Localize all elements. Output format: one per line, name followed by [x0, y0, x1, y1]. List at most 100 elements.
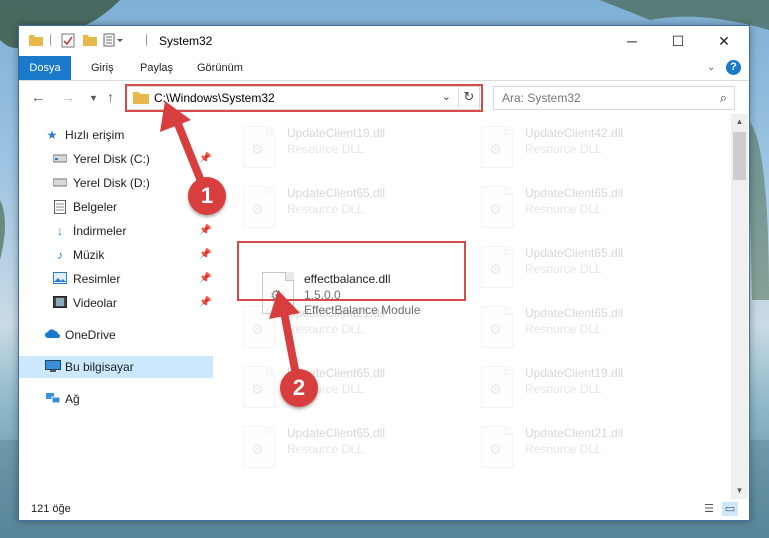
nav-label: Bu bilgisayar [65, 360, 134, 374]
file-type: Resource DLL [525, 382, 602, 396]
search-box[interactable]: Ara: System32 ⌕ [493, 86, 735, 110]
separator: | [145, 32, 149, 46]
dll-file-icon: ⚙ [481, 186, 513, 228]
dll-file-icon: ⚙ [481, 246, 513, 288]
dll-file-icon: ⚙ [243, 186, 275, 228]
help-icon[interactable]: ? [726, 60, 741, 75]
file-tile[interactable]: ⚙ UpdateClient65.dll Resource DLL [239, 180, 469, 238]
callout-badge-2: 2 [280, 369, 318, 407]
file-tile[interactable]: ⚙ UpdateClient65.dll Resource DLL [477, 180, 707, 238]
file-name: UpdateClient65.dll [287, 426, 386, 440]
scrollbar-thumb[interactable] [733, 132, 746, 180]
new-folder-icon[interactable] [83, 33, 97, 49]
nav-label: Müzik [73, 248, 105, 262]
star-icon: ★ [46, 128, 58, 142]
nav-label: OneDrive [65, 328, 116, 342]
file-name: UpdateClient65.dll [525, 306, 624, 320]
callout-badge-1: 1 [188, 177, 226, 215]
dll-file-icon: ⚙ [481, 126, 513, 168]
large-icons-view-icon[interactable]: ▭ [722, 502, 738, 516]
nav-item-videos[interactable]: Videolar 📌 [19, 292, 213, 314]
file-tile[interactable]: ⚙ UpdateClient19.dll Resource DLL [477, 360, 707, 418]
file-tile[interactable]: ⚙ UpdateClient19.dll Resource DLL [239, 120, 469, 178]
dll-file-icon: ⚙ [243, 426, 275, 468]
properties-icon[interactable] [61, 33, 75, 49]
item-count: 121 öğe [31, 503, 71, 515]
computer-icon [45, 360, 61, 374]
nav-item-quick-access[interactable]: ★ Hızlı erişim [19, 124, 213, 146]
address-highlight-box [125, 84, 483, 112]
dll-file-icon: ⚙ [481, 426, 513, 468]
file-name: UpdateClient42.dll [525, 126, 624, 140]
file-highlight-box [237, 241, 466, 301]
file-tile[interactable]: ⚙ UpdateClient21.dll Resource DLL [239, 300, 469, 358]
pin-icon: 📌 [199, 249, 212, 260]
nav-label: Videolar [73, 296, 117, 310]
drive-icon [52, 152, 68, 166]
file-type: Resource DLL [287, 442, 364, 456]
window-title: System32 [159, 34, 213, 48]
customize-quick-access-icon[interactable] [103, 33, 125, 49]
separator: | [49, 32, 53, 46]
file-name: UpdateClient21.dll [525, 426, 624, 440]
details-view-icon[interactable]: ☰ [701, 502, 717, 516]
maximize-button[interactable]: ☐ [655, 26, 701, 56]
nav-label: İndirmeler [73, 224, 127, 238]
file-type: Resource DLL [287, 142, 364, 156]
minimize-button[interactable]: ─ [609, 26, 655, 56]
nav-item-local-disk-d[interactable]: Yerel Disk (D:) [19, 172, 213, 194]
pin-icon: 📌 [199, 225, 212, 236]
dll-file-icon: ⚙ [243, 126, 275, 168]
file-type: Resource DLL [287, 322, 364, 336]
close-button[interactable]: ✕ [701, 26, 747, 56]
file-name: UpdateClient19.dll [287, 126, 386, 140]
file-type: Resource DLL [525, 262, 602, 276]
file-tile[interactable]: ⚙ UpdateClient65.dll Resource DLL [239, 360, 469, 418]
up-icon[interactable]: ↑ [107, 89, 114, 105]
file-tile[interactable]: ⚙ UpdateClient42.dll Resource DLL [477, 120, 707, 178]
nav-item-network[interactable]: Ağ [19, 388, 213, 410]
nav-label: Resimler [73, 272, 121, 286]
file-type: Resource DLL [525, 442, 602, 456]
file-type: Resource DLL [525, 142, 602, 156]
network-icon [45, 392, 61, 406]
videos-icon [53, 296, 67, 310]
nav-label: Yerel Disk (C:) [73, 152, 150, 166]
file-tile[interactable]: ⚙ UpdateClient65.dll Resource DLL [477, 240, 707, 298]
search-icon: ⌕ [719, 90, 727, 105]
file-tile[interactable]: ⚙ UpdateClient21.dll Resource DLL [477, 420, 707, 478]
expand-ribbon-icon[interactable]: ⌄ [707, 56, 715, 80]
file-tile[interactable]: ⚙ UpdateClient65.dll Resource DLL [477, 300, 707, 358]
status-bar: 121 öğe ☰ ▭ [19, 499, 749, 520]
nav-label: Belgeler [73, 200, 118, 214]
drive-icon [52, 176, 68, 190]
back-icon[interactable]: ← [31, 89, 45, 105]
nav-item-pictures[interactable]: Resimler 📌 [19, 268, 213, 290]
forward-icon[interactable]: → [61, 89, 75, 105]
tab-home[interactable]: Giriş [91, 56, 114, 80]
title-bar: | | System32 ─ ☐ ✕ [19, 26, 749, 56]
folder-icon [29, 33, 43, 49]
scroll-up-icon[interactable]: ▲ [731, 114, 748, 130]
explorer-window: | | System32 ─ ☐ ✕ Dosya Giriş Paylaş Gö… [18, 25, 750, 521]
search-placeholder: Ara: System32 [502, 91, 581, 105]
music-icon: ♪ [57, 248, 63, 262]
navigation-pane: ★ Hızlı erişim Yerel Disk (C:) 📌 Yerel D… [19, 114, 213, 499]
nav-item-local-disk-c[interactable]: Yerel Disk (C:) 📌 [19, 148, 213, 170]
downloads-icon: ↓ [57, 224, 63, 238]
file-name: UpdateClient65.dll [525, 246, 624, 260]
pin-icon: 📌 [199, 153, 212, 164]
scroll-down-icon[interactable]: ▼ [731, 483, 748, 499]
recent-locations-icon[interactable]: ▼ [89, 93, 98, 103]
nav-item-onedrive[interactable]: OneDrive [19, 324, 213, 346]
tab-view[interactable]: Görünüm [197, 56, 243, 80]
file-type: Resource DLL [287, 202, 364, 216]
nav-item-downloads[interactable]: ↓ İndirmeler 📌 [19, 220, 213, 242]
file-tile[interactable]: ⚙ UpdateClient65.dll Resource DLL [239, 420, 469, 478]
nav-item-this-pc[interactable]: Bu bilgisayar [19, 356, 213, 378]
nav-item-music[interactable]: ♪ Müzik 📌 [19, 244, 213, 266]
tab-file[interactable]: Dosya [19, 56, 71, 80]
vertical-scrollbar[interactable]: ▲ ▼ [731, 114, 748, 499]
tab-share[interactable]: Paylaş [140, 56, 173, 80]
nav-item-documents[interactable]: Belgeler [19, 196, 213, 218]
